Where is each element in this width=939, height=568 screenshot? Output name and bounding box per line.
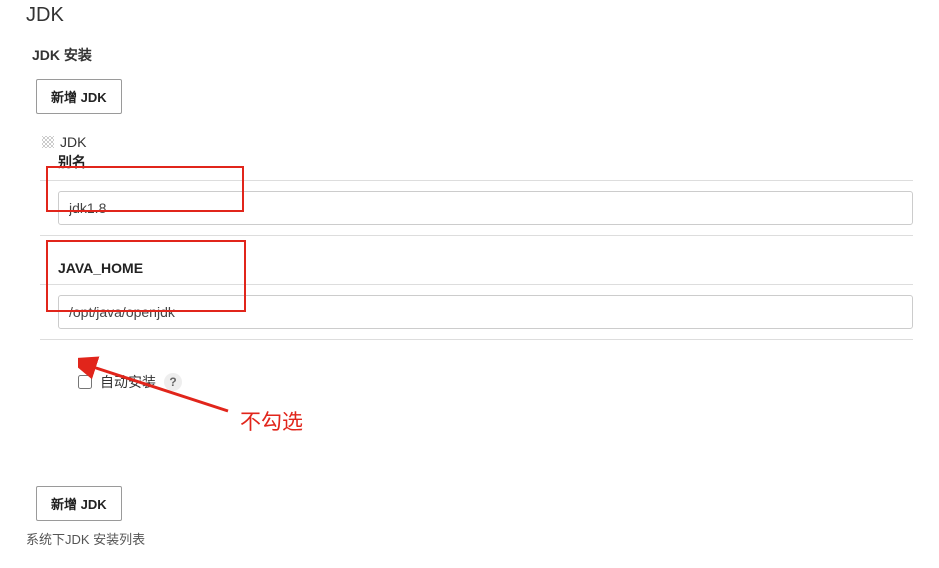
divider (40, 339, 913, 340)
drag-handle-icon[interactable] (42, 136, 54, 148)
jdk-install-block: JDK 别名 JAVA_HOME 自动安装 ? (42, 134, 913, 392)
tool-type-label: JDK (60, 134, 86, 150)
auto-install-checkbox[interactable] (78, 375, 92, 389)
installations-list-helper: 系统下JDK 安装列表 (26, 529, 913, 548)
divider (40, 235, 913, 236)
auto-install-label: 自动安装 (100, 372, 156, 392)
annotation-note: 不勾选 (240, 406, 303, 436)
divider (40, 284, 913, 285)
help-icon[interactable]: ? (164, 373, 182, 391)
name-input[interactable] (58, 191, 913, 225)
divider (40, 180, 913, 181)
java-home-input[interactable] (58, 295, 913, 329)
add-jdk-button-top[interactable]: 新增 JDK (36, 79, 122, 114)
java-home-field-label: JAVA_HOME (58, 260, 913, 276)
add-jdk-button-bottom[interactable]: 新增 JDK (36, 486, 122, 521)
install-title: JDK 安装 (32, 45, 913, 65)
section-title: JDK (26, 4, 913, 27)
name-field-label: 别名 (58, 152, 913, 172)
